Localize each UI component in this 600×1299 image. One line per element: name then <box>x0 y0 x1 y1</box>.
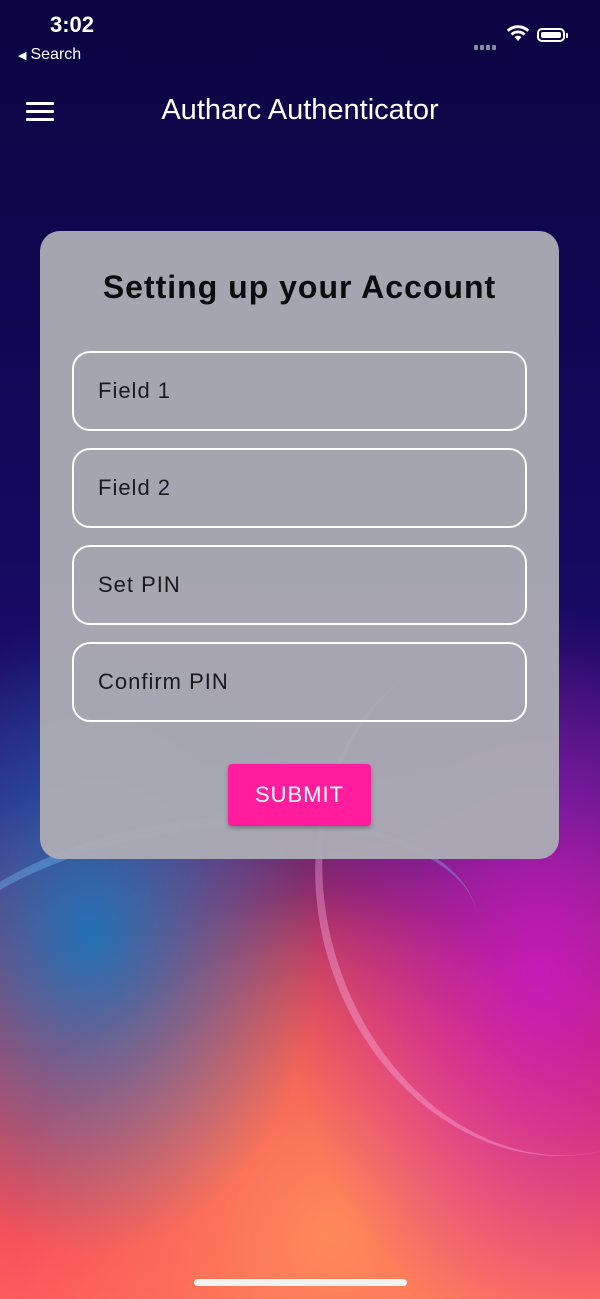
account-setup-card: Setting up your Account SUBMIT <box>40 231 559 859</box>
set-pin-input[interactable] <box>74 547 525 623</box>
app-title: Autharc Authenticator <box>161 94 439 126</box>
field-1-container[interactable] <box>72 351 527 431</box>
home-indicator[interactable] <box>194 1279 407 1286</box>
back-label: Search <box>30 46 82 63</box>
back-to-search-link[interactable]: ◀ Search <box>18 46 81 64</box>
wifi-icon <box>506 25 530 41</box>
app-bar: Autharc Authenticator <box>0 80 600 140</box>
status-bar: 3:02 ◀ Search <box>0 0 600 70</box>
confirm-pin-container[interactable] <box>72 642 527 722</box>
form-title: Setting up your Account <box>102 269 497 305</box>
confirm-pin-input[interactable] <box>74 644 525 720</box>
field-2-input[interactable] <box>74 450 525 526</box>
field-2-container[interactable] <box>72 448 527 528</box>
field-1-input[interactable] <box>74 353 525 429</box>
battery-icon <box>537 28 568 42</box>
submit-button[interactable]: SUBMIT <box>228 764 371 826</box>
status-time: 3:02 <box>50 12 95 37</box>
set-pin-container[interactable] <box>72 545 527 625</box>
cellular-signal-icon <box>474 37 498 55</box>
back-arrow-icon: ◀ <box>18 50 27 62</box>
